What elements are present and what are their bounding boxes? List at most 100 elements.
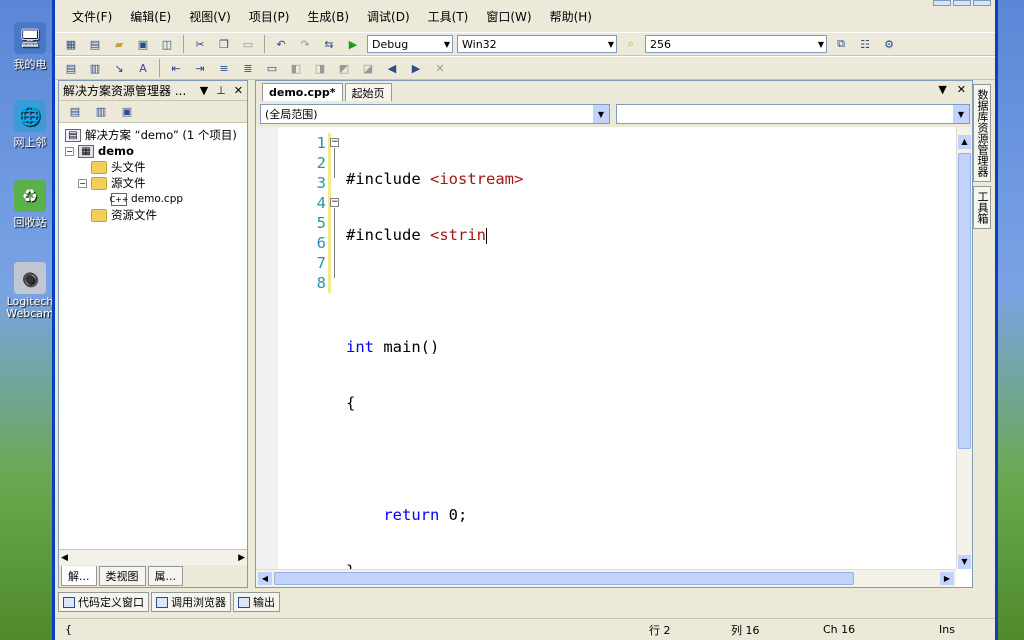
show-all-files-icon[interactable]: ▥: [91, 102, 111, 122]
scroll-right-icon[interactable]: ▶: [238, 553, 245, 563]
chevron-down-icon[interactable]: ▼: [200, 84, 208, 97]
desktop-icon-my-computer[interactable]: 🖥 我的电: [6, 22, 54, 72]
start-debug-icon[interactable]: ▶: [343, 34, 363, 54]
chevron-down-icon[interactable]: ▼: [938, 83, 946, 96]
scroll-thumb[interactable]: [274, 572, 854, 585]
desktop-icon-network[interactable]: 🌐 网上邻: [6, 100, 54, 150]
desktop-icon-recycle-bin[interactable]: ♻ 回收站: [6, 180, 54, 230]
cut-icon[interactable]: ✂: [190, 34, 210, 54]
scroll-right-icon[interactable]: ▶: [940, 572, 954, 585]
menu-build[interactable]: 生成(B): [298, 8, 358, 25]
redo-icon[interactable]: ↷: [295, 34, 315, 54]
uncomment-icon[interactable]: ≣: [238, 58, 258, 78]
menu-window[interactable]: 窗口(W): [477, 8, 540, 25]
next-bookmark-doc-icon[interactable]: ▶: [406, 58, 426, 78]
menu-view[interactable]: 视图(V): [180, 8, 240, 25]
close-button[interactable]: [973, 0, 991, 6]
undo-icon[interactable]: ↶: [271, 34, 291, 54]
minimize-button[interactable]: [933, 0, 951, 6]
close-icon[interactable]: ✕: [234, 84, 243, 97]
list-members-icon[interactable]: ▤: [61, 58, 81, 78]
indicator-margin[interactable]: [256, 127, 278, 569]
desktop-icon-webcam[interactable]: ◉ Logitech Webcam: [6, 262, 54, 320]
solution-config-select[interactable]: Debug ▼: [367, 35, 453, 53]
properties-icon[interactable]: ☷: [855, 34, 875, 54]
prev-bookmark-folder-icon[interactable]: ◩: [334, 58, 354, 78]
menu-help[interactable]: 帮助(H): [541, 8, 601, 25]
tree-item-source-files[interactable]: − 源文件: [65, 175, 247, 191]
refresh-icon[interactable]: ▣: [117, 102, 137, 122]
parameter-info-icon[interactable]: ▥: [85, 58, 105, 78]
bookmark-icon[interactable]: ▭: [262, 58, 282, 78]
save-all-icon[interactable]: ◫: [157, 34, 177, 54]
collapse-icon[interactable]: −: [330, 138, 339, 147]
copy-icon[interactable]: ❐: [214, 34, 234, 54]
solution-tree: ▤ 解决方案 “demo” (1 个项目) − ▦ demo 头文件 − 源文件…: [59, 123, 247, 223]
complete-word-icon[interactable]: A: [133, 58, 153, 78]
collapse-icon[interactable]: −: [78, 178, 87, 188]
scroll-left-icon[interactable]: ◀: [61, 553, 68, 563]
prev-bookmark-icon[interactable]: ◧: [286, 58, 306, 78]
tree-item-solution[interactable]: ▤ 解决方案 “demo” (1 个项目): [65, 127, 247, 143]
find-combo[interactable]: 256 ▼: [645, 35, 827, 53]
increase-indent-icon[interactable]: ⇥: [190, 58, 210, 78]
tab-output[interactable]: 输出: [233, 592, 280, 612]
navigate-icon[interactable]: ⇆: [319, 34, 339, 54]
comment-icon[interactable]: ≡: [214, 58, 234, 78]
scroll-up-icon[interactable]: ▲: [958, 135, 971, 149]
properties-icon[interactable]: ▤: [65, 102, 85, 122]
collapse-icon[interactable]: −: [330, 198, 339, 207]
tab-toolbox[interactable]: 工具箱: [973, 186, 991, 229]
scroll-thumb[interactable]: [958, 153, 971, 449]
tree-item-file[interactable]: C++ demo.cpp: [65, 191, 247, 207]
collapse-icon[interactable]: −: [65, 146, 74, 156]
menu-file[interactable]: 文件(F): [63, 8, 121, 25]
tab-start-page[interactable]: 起始页: [344, 83, 392, 101]
tree-item-project[interactable]: − ▦ demo: [65, 143, 247, 159]
toolbox-icon[interactable]: ⚙: [879, 34, 899, 54]
menu-debug[interactable]: 调试(D): [358, 8, 419, 25]
platform-select[interactable]: Win32 ▼: [457, 35, 617, 53]
next-bookmark-icon[interactable]: ◨: [310, 58, 330, 78]
tab-code-definition[interactable]: 代码定义窗口: [58, 592, 149, 612]
clear-bookmarks-icon[interactable]: ✕: [430, 58, 450, 78]
folder-icon: [91, 160, 107, 174]
prev-bookmark-doc-icon[interactable]: ◀: [382, 58, 402, 78]
decrease-indent-icon[interactable]: ⇤: [166, 58, 186, 78]
menu-tools[interactable]: 工具(T): [419, 8, 478, 25]
maximize-button[interactable]: [953, 0, 971, 6]
menu-project[interactable]: 项目(P): [240, 8, 299, 25]
tab-properties[interactable]: 属...: [147, 566, 183, 586]
call-browser-icon: [156, 596, 168, 608]
scroll-down-icon[interactable]: ▼: [958, 555, 971, 569]
tree-item-resource-files[interactable]: 资源文件: [65, 207, 247, 223]
next-bookmark-folder-icon[interactable]: ◪: [358, 58, 378, 78]
paste-icon[interactable]: ▭: [238, 34, 258, 54]
code-area[interactable]: 1 2 3 4 5 6 7 8 − − #include <iostream> …: [256, 127, 956, 580]
quick-info-icon[interactable]: ↘: [109, 58, 129, 78]
add-item-icon[interactable]: ▤: [85, 34, 105, 54]
tab-demo-cpp[interactable]: demo.cpp*: [262, 83, 343, 101]
navigation-bar: (全局范围) ▼ ▼: [256, 101, 972, 127]
tab-call-browser[interactable]: 调用浏览器: [151, 592, 231, 612]
text-editor-toolbar: ▤ ▥ ↘ A ⇤ ⇥ ≡ ≣ ▭ ◧ ◨ ◩ ◪ ◀ ▶ ✕: [55, 56, 995, 80]
vertical-scrollbar[interactable]: ▲ ▼: [956, 127, 972, 569]
pin-icon[interactable]: ⊥: [216, 84, 226, 97]
tab-solution-explorer[interactable]: 解...: [61, 566, 97, 586]
members-select[interactable]: ▼: [616, 104, 970, 124]
menu-edit[interactable]: 编辑(E): [121, 8, 180, 25]
horizontal-scrollbar[interactable]: ◀ ▶: [256, 569, 956, 587]
save-icon[interactable]: ▣: [133, 34, 153, 54]
scope-select[interactable]: (全局范围) ▼: [260, 104, 610, 124]
find-in-files-icon[interactable]: ⌕: [621, 34, 641, 54]
new-project-icon[interactable]: ▦: [61, 34, 81, 54]
tab-database-explorer[interactable]: 数据库资源管理器: [973, 84, 991, 182]
scroll-left-icon[interactable]: ◀: [258, 572, 272, 585]
tab-class-view[interactable]: 类视图: [98, 566, 146, 586]
tree-item-header-files[interactable]: 头文件: [65, 159, 247, 175]
open-file-icon[interactable]: ▰: [109, 34, 129, 54]
solution-explorer-icon[interactable]: ⧉: [831, 34, 851, 54]
horizontal-scrollbar[interactable]: ◀ ▶: [59, 549, 247, 565]
close-icon[interactable]: ✕: [957, 83, 966, 96]
ide-window: 文件(F) 编辑(E) 视图(V) 项目(P) 生成(B) 调试(D) 工具(T…: [52, 0, 998, 640]
